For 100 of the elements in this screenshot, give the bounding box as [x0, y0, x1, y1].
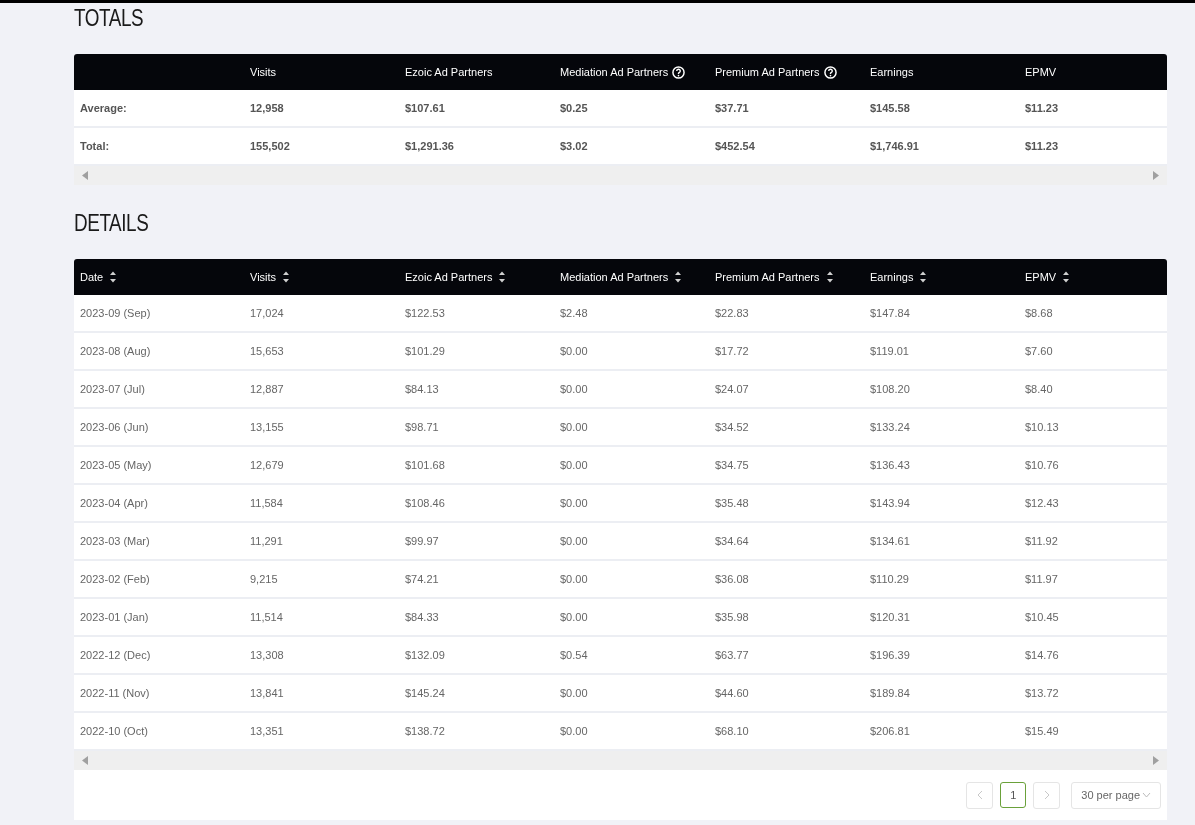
sort-icon[interactable]: [919, 270, 928, 284]
table-cell-text: $63.77: [714, 647, 750, 663]
column-header[interactable]: EPMV: [1019, 259, 1167, 295]
table-cell-text: $11.97: [1024, 571, 1059, 587]
table-cell-text: $8.40: [1024, 381, 1054, 397]
table-cell-text: Average:: [79, 100, 128, 116]
table-cell-text: $11.23: [1024, 138, 1060, 154]
table-cell-text: 2023-06 (Jun): [79, 419, 150, 435]
table-cell-text: 2023-02 (Feb): [79, 571, 151, 587]
table-cell-text: $7.60: [1024, 343, 1054, 359]
table-cell-text: $108.20: [869, 381, 911, 397]
table-cell-text: $145.24: [404, 685, 446, 701]
table-cell-text: 2023-04 (Apr): [79, 495, 149, 511]
table-cell-text: $84.13: [404, 381, 440, 397]
table-cell-text: $134.61: [869, 533, 911, 549]
column-header[interactable]: Visits: [244, 54, 399, 90]
table-cell-text: $0.54: [559, 647, 589, 663]
table-cell-text: $11.92: [1024, 533, 1059, 549]
column-header[interactable]: Earnings: [864, 259, 1019, 295]
table-cell-text: $138.72: [404, 723, 446, 739]
column-header[interactable]: Ezoic Ad Partners: [399, 54, 554, 90]
table-cell-text: 11,584: [249, 495, 284, 511]
table-cell-text: $0.00: [559, 419, 589, 435]
table-cell-text: $122.53: [404, 305, 446, 321]
table-cell-text: $22.83: [714, 305, 750, 321]
table-cell-text: 13,351: [249, 723, 285, 739]
table-cell-text: $74.21: [404, 571, 440, 587]
column-header[interactable]: Ezoic Ad Partners: [399, 259, 554, 295]
table-cell-text: $1,746.91: [869, 138, 920, 154]
table-cell-text: $0.00: [559, 495, 589, 511]
column-header[interactable]: Premium Ad Partners: [709, 54, 864, 90]
section-title: TOTALS: [74, 7, 145, 30]
page-button[interactable]: 1: [1000, 782, 1027, 808]
table-cell-text: $147.84: [869, 305, 911, 321]
table-cell-text: 12,679: [249, 457, 285, 473]
table-cell-text: $2.48: [559, 305, 589, 321]
sort-icon[interactable]: [1062, 270, 1071, 284]
column-header[interactable]: Mediation Ad Partners: [554, 54, 709, 90]
table-cell-text: $84.33: [404, 609, 440, 625]
table-cell-text: 15,653: [249, 343, 285, 359]
table-cell-text: $35.98: [714, 609, 750, 625]
sort-icon[interactable]: [109, 270, 118, 284]
table-cell-text: 13,841: [249, 685, 285, 701]
table-cell-text: $37.71: [714, 100, 750, 116]
table-cell-text: $44.60: [714, 685, 750, 701]
table-cell-text: $17.72: [714, 343, 750, 359]
table-cell-text: $3.02: [559, 138, 589, 154]
column-header[interactable]: Premium Ad Partners: [709, 259, 864, 295]
table-cell-text: 2022-12 (Dec): [79, 647, 152, 663]
table-cell-text: $107.61: [404, 100, 446, 116]
table-cell-text: Total:: [79, 138, 111, 154]
table-cell-text: 11,514: [249, 609, 284, 625]
table-cell-text: $15.49: [1024, 723, 1060, 739]
table-cell-text: $34.52: [714, 419, 750, 435]
sort-icon[interactable]: [674, 270, 683, 284]
table-cell-text: 2023-09 (Sep): [79, 305, 152, 321]
column-header[interactable]: EPMV: [1019, 54, 1167, 90]
table-cell-text: $11.23: [1024, 100, 1060, 116]
table-cell-text: $99.97: [404, 533, 440, 549]
sort-icon[interactable]: [498, 270, 507, 284]
table-cell-text: $35.48: [714, 495, 750, 511]
chevron-right-icon: [1043, 790, 1050, 800]
table-cell-text: $101.68: [404, 457, 446, 473]
column-header[interactable]: Date: [74, 259, 244, 295]
table-cell-text: $132.09: [404, 647, 446, 663]
table-cell-text: $145.58: [869, 100, 911, 116]
table-cell-text: $24.07: [714, 381, 750, 397]
help-icon[interactable]: [672, 65, 686, 79]
table-cell-text: $36.08: [714, 571, 750, 587]
table-cell-text: $10.45: [1024, 609, 1060, 625]
table-cell-text: $108.46: [404, 495, 446, 511]
table-cell-text: $14.76: [1024, 647, 1060, 663]
table-cell-text: 2023-01 (Jan): [79, 609, 150, 625]
table-cell-text: $10.76: [1024, 457, 1060, 473]
table-cell-text: $12.43: [1024, 495, 1060, 511]
table-cell-text: $110.29: [869, 571, 910, 587]
column-header[interactable]: Mediation Ad Partners: [554, 259, 709, 295]
help-icon[interactable]: [823, 65, 837, 79]
table-cell-text: $34.75: [714, 457, 750, 473]
table-cell-text: $0.25: [559, 100, 589, 116]
table-cell-text: $13.72: [1024, 685, 1060, 701]
table-cell-text: 2023-07 (Jul): [79, 381, 146, 397]
table-cell-text: 12,958: [249, 100, 285, 116]
table-cell-text: 155,502: [249, 138, 291, 154]
table-cell-text: 9,215: [249, 571, 279, 587]
table-cell-text: $0.00: [559, 381, 589, 397]
column-header[interactable]: Earnings: [864, 54, 1019, 90]
table-cell-text: 2022-10 (Oct): [79, 723, 149, 739]
table-cell-text: $189.84: [869, 685, 911, 701]
sort-icon[interactable]: [282, 270, 291, 284]
chevron-down-icon: [1142, 792, 1151, 798]
table-cell-text: $0.00: [559, 457, 589, 473]
table-cell-text: $10.13: [1024, 419, 1060, 435]
table-cell-text: 13,308: [249, 647, 285, 663]
table-cell-text: $0.00: [559, 343, 589, 359]
table-cell-text: $0.00: [559, 723, 589, 739]
per-page-select[interactable]: 30 per page: [1071, 781, 1161, 809]
column-header[interactable]: Visits: [244, 259, 399, 295]
sort-icon[interactable]: [825, 270, 834, 284]
table-cell-text: $143.94: [869, 495, 911, 511]
